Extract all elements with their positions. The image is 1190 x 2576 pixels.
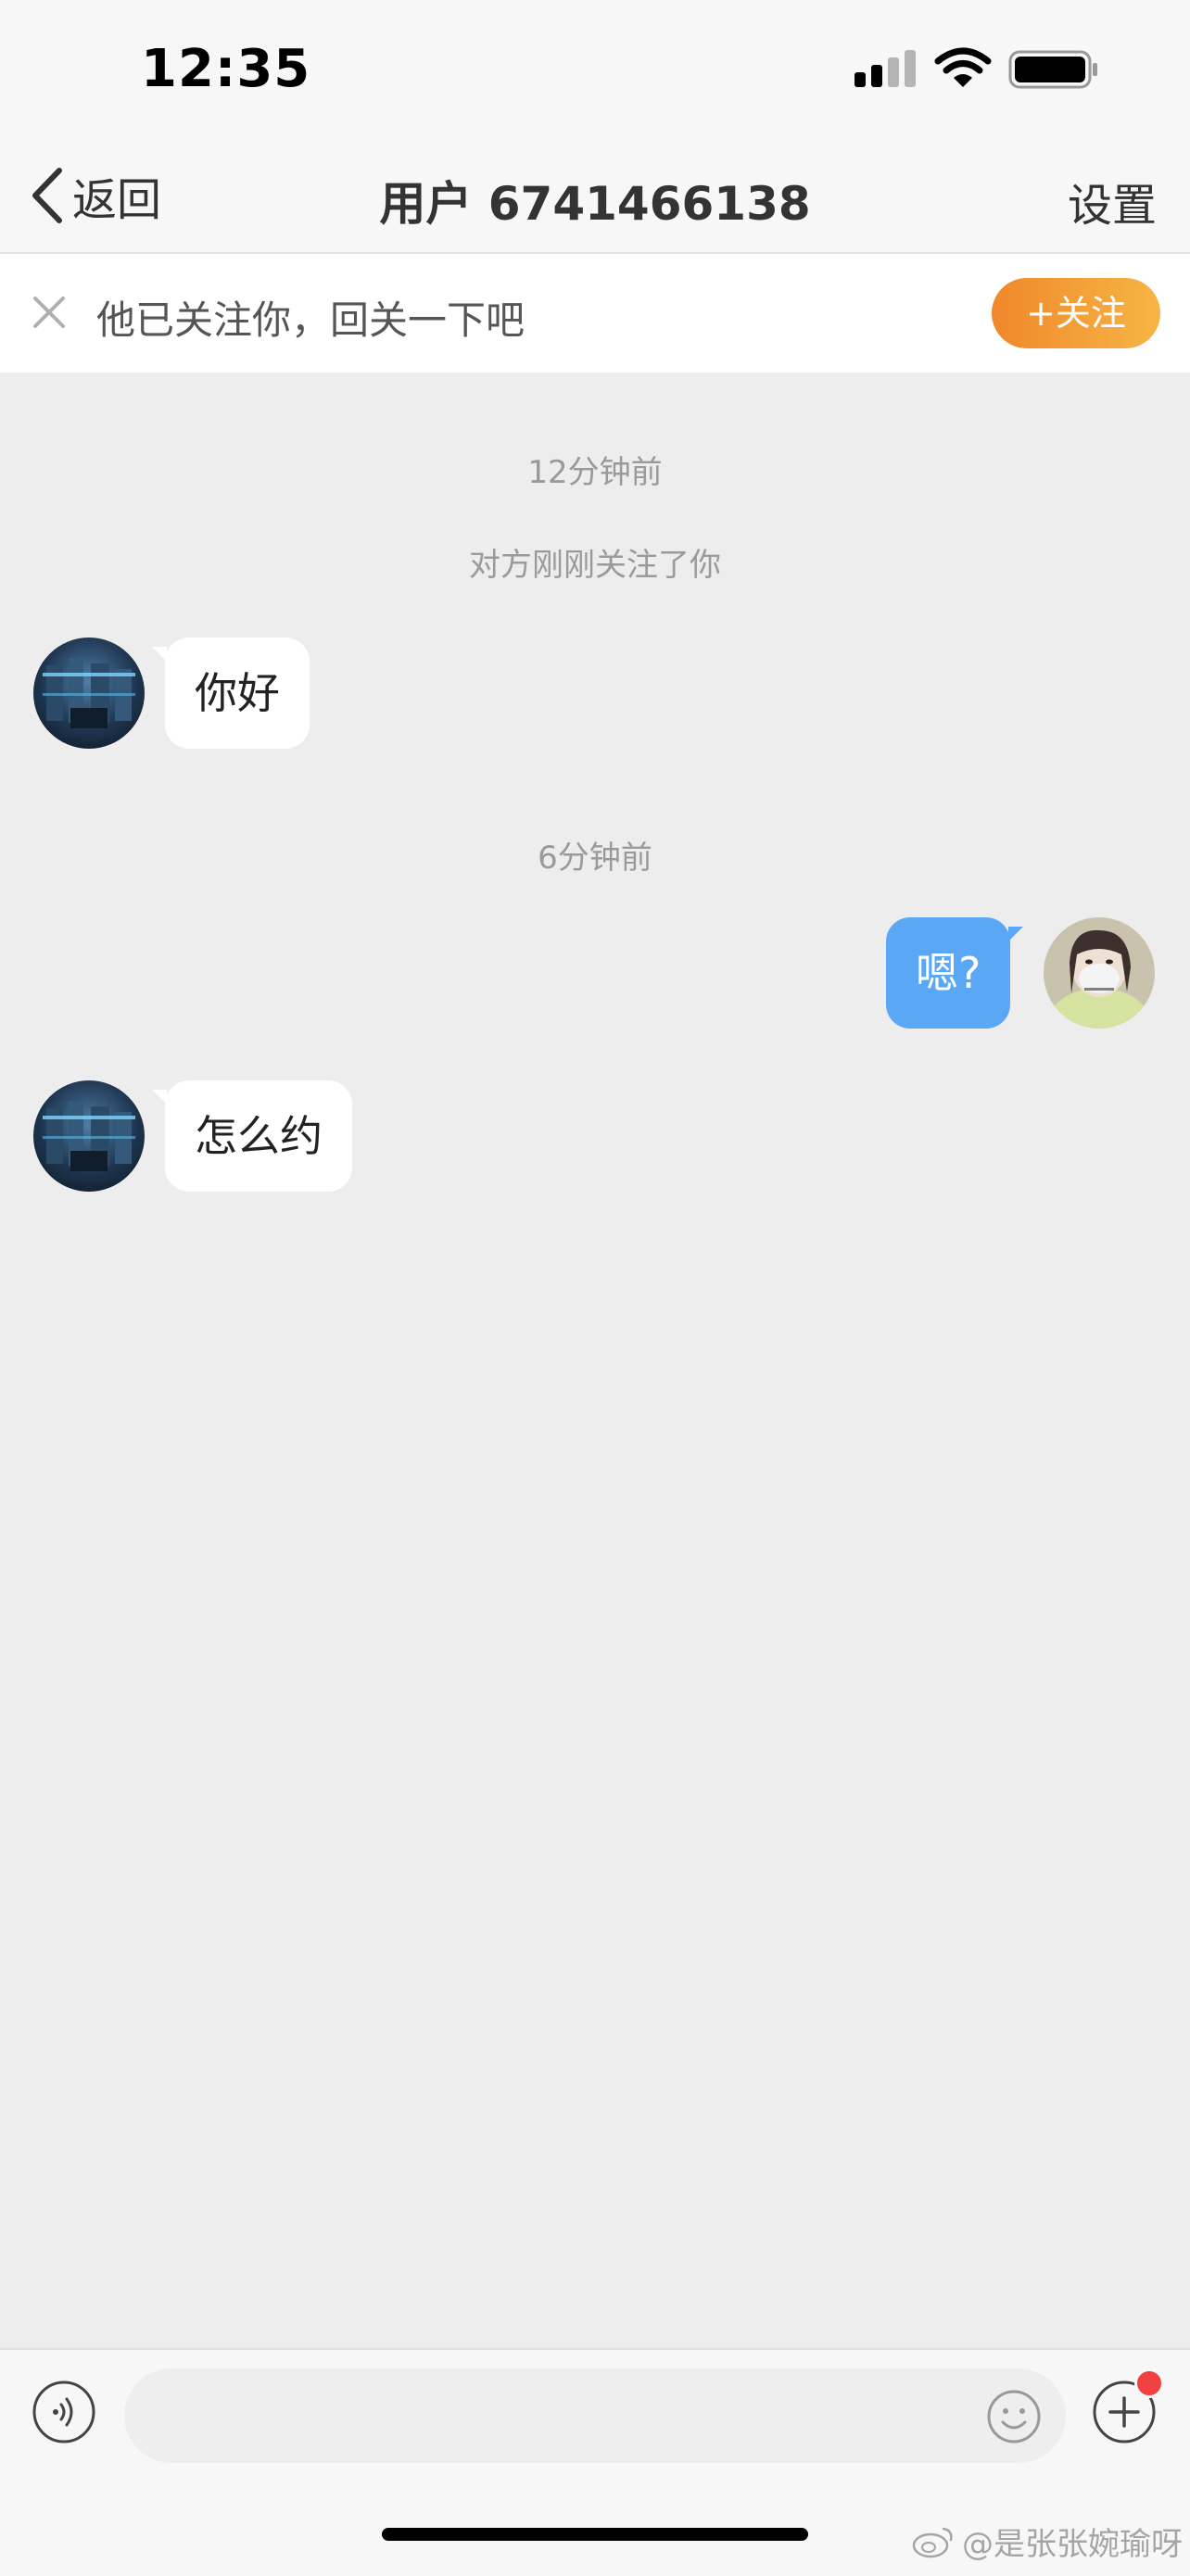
follow-button[interactable]: +关注	[992, 278, 1160, 348]
message-bubble-incoming[interactable]: 怎么约	[152, 1080, 352, 1192]
message-text: 嗯?	[916, 948, 981, 998]
wifi-icon	[934, 47, 992, 87]
my-avatar[interactable]	[1044, 917, 1155, 1029]
message-text: 你好	[195, 668, 280, 718]
battery-icon	[1008, 50, 1097, 89]
watermark: @是张张婉瑜呀	[912, 2519, 1183, 2564]
settings-button[interactable]: 设置	[1068, 169, 1157, 234]
avatar-image	[1044, 917, 1155, 1029]
banner-text: 他已关注你，回关一下吧	[96, 297, 525, 343]
navigation-bar: 返回 用户 6741466138 设置	[0, 139, 1190, 254]
cellular-signal-icon	[855, 50, 916, 87]
weibo-logo-icon	[912, 2527, 953, 2557]
contact-avatar[interactable]	[33, 638, 145, 749]
chat-timestamp: 12分钟前	[527, 454, 663, 491]
emoji-icon[interactable]	[986, 2389, 1042, 2444]
message-text: 怎么约	[195, 1111, 323, 1161]
avatar-image	[33, 1080, 145, 1192]
bubble-tail	[152, 647, 167, 662]
home-indicator	[382, 2528, 808, 2541]
notification-dot	[1134, 2368, 1164, 2398]
watermark-text: @是张张婉瑜呀	[962, 2526, 1183, 2563]
avatar-image	[33, 638, 145, 749]
bubble-tail	[152, 1090, 167, 1105]
message-bubble-incoming[interactable]: 你好	[152, 638, 310, 749]
chat-area[interactable]: 12分钟前 对方刚刚关注了你 你好 6分钟前 嗯? 怎么约	[0, 373, 1190, 2344]
message-input[interactable]	[124, 2368, 1066, 2463]
chat-timestamp: 6分钟前	[538, 840, 652, 877]
system-message: 对方刚刚关注了你	[469, 547, 721, 584]
bubble-tail	[1008, 927, 1024, 941]
message-bubble-outgoing[interactable]: 嗯?	[886, 917, 1024, 1029]
voice-icon[interactable]	[32, 2380, 96, 2444]
follow-back-banner: 他已关注你，回关一下吧 +关注	[0, 254, 1190, 373]
contact-avatar[interactable]	[33, 1080, 145, 1192]
status-bar: 12:35	[0, 0, 1190, 139]
status-time: 12:35	[141, 39, 311, 99]
close-icon[interactable]	[32, 295, 67, 330]
page-title: 用户 6741466138	[379, 177, 811, 231]
